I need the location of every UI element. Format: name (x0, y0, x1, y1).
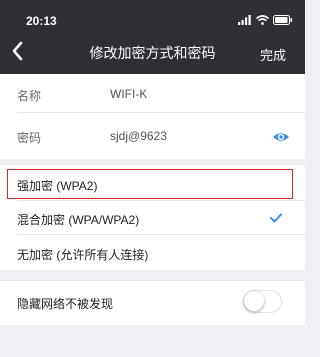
hidden-network-label: 隐藏网络不被发现 (17, 297, 114, 311)
divider (0, 280, 305, 281)
encryption-option-wpa-wpa2[interactable]: 混合加密 (WPA/WPA2) (0, 201, 305, 234)
battery-icon (273, 15, 293, 25)
password-row: 密码 sjdj@9623 (0, 113, 305, 159)
checkmark-icon (270, 213, 282, 223)
toggle-knob (244, 291, 264, 311)
option-label: 混合加密 (WPA/WPA2) (17, 213, 140, 227)
eye-icon[interactable] (272, 131, 290, 143)
nav-bar: 修改加密方式和密码 完成 (0, 34, 305, 72)
name-label: 名称 (17, 89, 42, 103)
network-info-section: 名称 WIFI-K 密码 sjdj@9623 (0, 74, 305, 159)
top-bar: 20:13 修改加密方式和密码 完成 (0, 0, 305, 74)
wifi-icon (256, 15, 269, 25)
highlight-box (7, 169, 293, 199)
password-value[interactable]: sjdj@9623 (110, 129, 167, 143)
signal-icon (238, 15, 251, 25)
hidden-network-toggle[interactable] (243, 290, 282, 313)
option-label: 无加密 (允许所有人连接) (17, 248, 149, 262)
status-time: 20:13 (26, 14, 57, 28)
status-icons (238, 14, 293, 26)
password-label: 密码 (17, 131, 42, 145)
status-bar: 20:13 (0, 0, 305, 28)
name-row: 名称 WIFI-K (0, 74, 305, 112)
name-value: WIFI-K (110, 87, 148, 101)
encryption-option-none[interactable]: 无加密 (允许所有人连接) (0, 235, 305, 270)
done-button[interactable]: 完成 (260, 45, 286, 64)
